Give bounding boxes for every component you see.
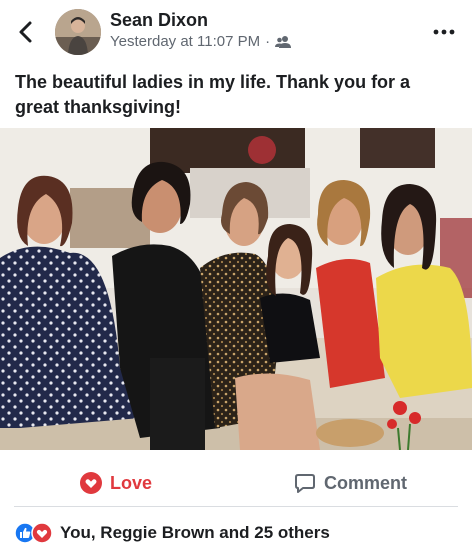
timestamp[interactable]: Yesterday at 11:07 PM bbox=[110, 33, 260, 50]
author-name[interactable]: Sean Dixon bbox=[110, 10, 208, 31]
reactions-text: You, Reggie Brown and 25 others bbox=[60, 523, 330, 542]
post-photo[interactable] bbox=[0, 128, 472, 450]
comment-label: Comment bbox=[324, 472, 408, 493]
comment-button[interactable]: Comment bbox=[294, 472, 407, 494]
love-button[interactable]: Love bbox=[80, 472, 152, 494]
post-caption: The beautiful ladies in my life. Thank y… bbox=[15, 72, 411, 117]
back-arrow-icon[interactable] bbox=[16, 20, 36, 44]
meta-separator: · bbox=[265, 33, 271, 50]
avatar-image bbox=[55, 9, 101, 55]
reaction-icons bbox=[14, 522, 54, 544]
post-header: Sean Dixon Yesterday at 11:07 PM · bbox=[0, 0, 472, 62]
love-reaction-icon bbox=[31, 522, 53, 544]
love-icon bbox=[80, 472, 102, 494]
friends-icon bbox=[275, 35, 292, 48]
reactions-summary[interactable]: You, Reggie Brown and 25 others bbox=[14, 520, 330, 546]
divider bbox=[14, 506, 458, 507]
post-actions: Love Comment bbox=[0, 462, 472, 506]
more-options-icon[interactable] bbox=[432, 22, 456, 42]
love-label: Love bbox=[110, 472, 153, 493]
post-meta: Yesterday at 11:07 PM · bbox=[110, 33, 292, 50]
comment-icon bbox=[295, 474, 315, 493]
group-photo-image bbox=[0, 128, 472, 450]
author-avatar[interactable] bbox=[55, 9, 101, 55]
